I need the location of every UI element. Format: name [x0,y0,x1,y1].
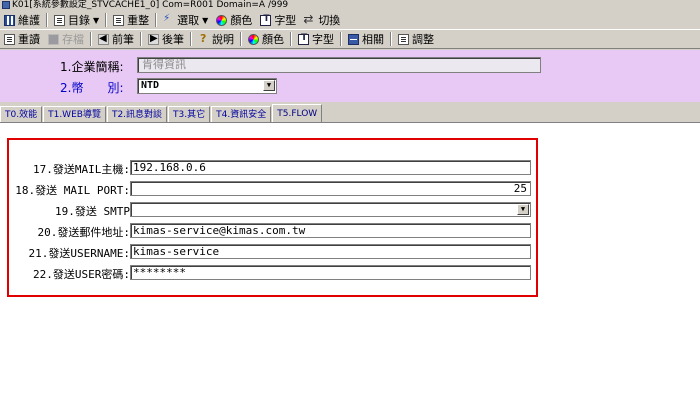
form-row: 18.發送 MAIL PORT: [0,180,130,198]
form-row: 19.發送 SMTP [0,201,130,219]
smtp-port-label: 18.發送 MAIL PORT: [15,184,130,197]
smtp-auth-select[interactable]: ▼ [130,202,531,217]
font-button-2[interactable]: 字型 [294,31,338,47]
chevron-down-icon[interactable]: ▼ [263,80,275,91]
font-icon [260,14,272,26]
sender-email-label: 20.發送郵件地址: [37,226,131,239]
select-menu-button[interactable]: 選取▼ [159,12,212,28]
toolbar-separator [90,32,92,46]
doc-icon [113,14,125,26]
tab-performance[interactable]: T0.效能 [0,106,43,122]
company-label: 1.企業簡稱: [60,60,124,74]
toolbar-separator [340,32,342,46]
color-icon [216,14,228,26]
smtp-host-label: 17.發送MAIL主機: [33,163,130,176]
tab-bar: T0.效能 T1.WEB導覽 T2.訊息對談 T3.其它 T4.資訊安全 T5.… [0,104,700,122]
doc-icon [4,33,15,45]
help-icon [198,32,209,45]
chevron-down-icon: ▼ [202,15,209,25]
toolbar-separator [290,32,292,46]
switch-button[interactable]: 切換 [300,12,344,28]
currency-select[interactable]: NTD ▼ [137,78,277,94]
arrow-right-icon [148,33,159,45]
smtp-host-input[interactable]: 192.168.0.6 [130,160,531,175]
smtp-port-input[interactable]: 25 [130,181,531,196]
toolbar-separator [46,13,48,27]
app-icon [2,0,10,9]
tab-other[interactable]: T3.其它 [168,106,211,122]
password-input[interactable]: ******** [130,265,531,280]
select-icon [163,13,174,26]
tab-security[interactable]: T4.資訊安全 [211,106,272,122]
currency-label: 2.幣 別: [60,81,124,95]
toolbar-separator [140,32,142,46]
color-button-2[interactable]: 顏色 [244,31,288,47]
catalog-menu-button[interactable]: 目錄 ▼ [50,12,103,28]
toolbar-separator [390,32,392,46]
password-label: 22.發送USER密碼: [33,268,130,281]
font-button[interactable]: 字型 [256,12,300,28]
form-row: 21.發送USERNAME: [0,243,130,261]
related-button[interactable]: 相關 [344,31,388,47]
save-button[interactable]: 存檔 [44,31,88,47]
color-button[interactable]: 顏色 [212,12,256,28]
form-row: 20.發送郵件地址: [0,222,131,240]
header-panel: 1.企業簡稱: 肯得資訊 2.幣 別: NTD ▼ [0,50,700,102]
toolbar-separator [190,32,192,46]
form-row: 22.發送USER密碼: [0,264,130,282]
help-button[interactable]: 說明 [194,31,238,47]
reload-button[interactable]: 重讀 [0,31,44,47]
form-row: 17.發送MAIL主機: [0,159,130,177]
maintain-button[interactable]: 維護 [0,12,44,28]
arrow-left-icon [98,33,109,45]
tab-web-navigation[interactable]: T1.WEB導覽 [43,106,106,122]
chevron-down-icon: ▼ [93,15,100,25]
chevron-down-icon[interactable]: ▼ [517,204,529,215]
font-icon [298,33,309,45]
color-icon [248,33,259,45]
toolbar-separator [240,32,242,46]
adjust-button[interactable]: 調整 [394,31,438,47]
record-toolbar: 重讀 存檔 前筆 後筆 說明 顏色 字型 相關 調整 [0,30,700,49]
window-titlebar: K01[系統參數設定_STVCACHE1_0] Com=R001 Domain=… [0,0,700,11]
username-label: 21.發送USERNAME: [28,247,130,260]
toolbar-separator [105,13,108,27]
previous-record-button[interactable]: 前筆 [94,31,138,47]
sender-email-input[interactable]: kimas-service@kimas.com.tw [130,223,531,238]
toolbar-separator [155,13,158,27]
tab-content: 17.發送MAIL主機: 192.168.0.6 18.發送 MAIL PORT… [0,122,700,403]
tab-flow[interactable]: T5.FLOW [272,104,323,122]
username-input[interactable]: kimas-service [130,244,531,259]
window-title: K01[系統參數設定_STVCACHE1_0] Com=R001 Domain=… [12,0,289,10]
doc-icon [54,14,65,26]
refresh-button[interactable]: 重整 [109,12,153,28]
tab-messaging[interactable]: T2.訊息對談 [106,106,168,122]
save-icon [48,33,59,45]
link-icon [348,33,359,45]
doc-icon [398,33,409,45]
smtp-auth-label: 19.發送 SMTP [55,205,130,218]
swap-icon [303,12,315,26]
main-toolbar: 維護 目錄▼ 重整 選取▼ 顏色 字型 切換 [0,11,700,30]
company-field[interactable]: 肯得資訊 [137,57,541,73]
grid-icon [4,14,15,26]
next-record-button[interactable]: 後筆 [144,31,188,47]
